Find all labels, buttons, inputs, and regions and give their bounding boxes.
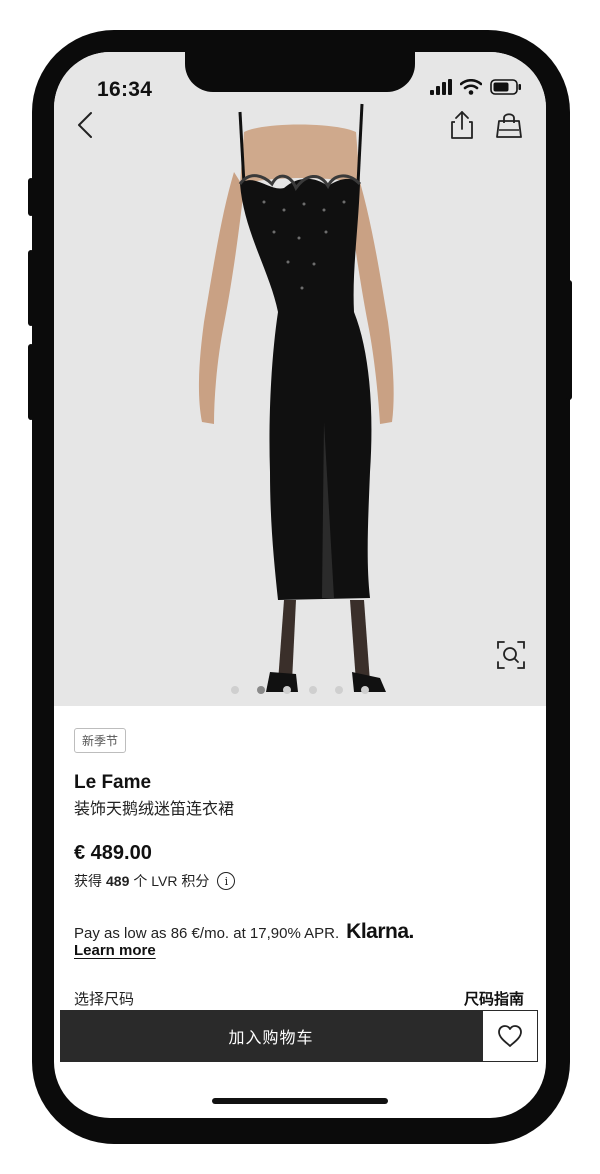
- gallery-pagination: [54, 686, 546, 694]
- points-prefix: 获得: [74, 873, 102, 889]
- status-time: 16:34: [97, 78, 153, 101]
- info-icon[interactable]: i: [217, 872, 236, 890]
- visual-search-icon: [497, 641, 525, 669]
- loyalty-points: 获得 489 个 LVR 积分 i: [74, 871, 236, 891]
- product-image: [198, 103, 394, 692]
- points-value: 489: [106, 873, 130, 889]
- wishlist-button[interactable]: [482, 1010, 538, 1062]
- shopping-bag-icon: [496, 113, 522, 138]
- signal-icon: [430, 79, 452, 95]
- phone-volume-up: [28, 250, 34, 326]
- klarna-financing: Pay as low as 86 €/mo. at 17,90% APR. Kl…: [74, 920, 414, 944]
- klarna-logo: Klarna.: [346, 920, 414, 943]
- learn-more-link[interactable]: Learn more: [74, 942, 156, 959]
- size-guide-link[interactable]: 尺码指南: [464, 988, 524, 1009]
- heart-icon: [498, 1025, 522, 1047]
- share-button[interactable]: [446, 108, 478, 142]
- klarna-text: Pay as low as 86 €/mo. at 17,90% APR.: [74, 925, 340, 942]
- app-screen: 16:34 新季节 Le Fame 装饰天鹅绒迷笛连衣裙 € 489.00 获得…: [54, 52, 546, 1118]
- chevron-left-icon: [78, 112, 92, 138]
- phone-side-button: [28, 178, 34, 216]
- cart-button[interactable]: [492, 108, 526, 142]
- new-season-badge: 新季节: [74, 728, 127, 753]
- gallery-dot[interactable]: [335, 686, 343, 694]
- share-icon: [451, 111, 473, 139]
- wifi-icon: [460, 79, 482, 95]
- points-suffix: 个 LVR 积分: [133, 873, 210, 889]
- status-icons: [430, 79, 522, 95]
- gallery-dot-active[interactable]: [257, 686, 265, 694]
- gallery-dot[interactable]: [361, 686, 369, 694]
- visual-search-button[interactable]: [496, 640, 526, 670]
- phone-volume-down: [28, 344, 34, 420]
- product-image-gallery[interactable]: 16:34: [54, 52, 546, 706]
- phone-power-button: [566, 280, 572, 400]
- gallery-dot[interactable]: [309, 686, 317, 694]
- add-to-cart-button[interactable]: 加入购物车: [60, 1010, 482, 1062]
- brand-name[interactable]: Le Fame: [74, 772, 151, 794]
- product-name: 装饰天鹅绒迷笛连衣裙: [74, 801, 235, 818]
- gallery-dot[interactable]: [283, 686, 291, 694]
- camera-notch: [185, 52, 415, 92]
- back-button[interactable]: [68, 108, 102, 142]
- product-price: € 489.00: [74, 842, 152, 864]
- home-indicator[interactable]: [212, 1098, 388, 1104]
- gallery-dot[interactable]: [231, 686, 239, 694]
- battery-icon: [490, 79, 521, 95]
- select-size-label[interactable]: 选择尺码: [74, 988, 134, 1009]
